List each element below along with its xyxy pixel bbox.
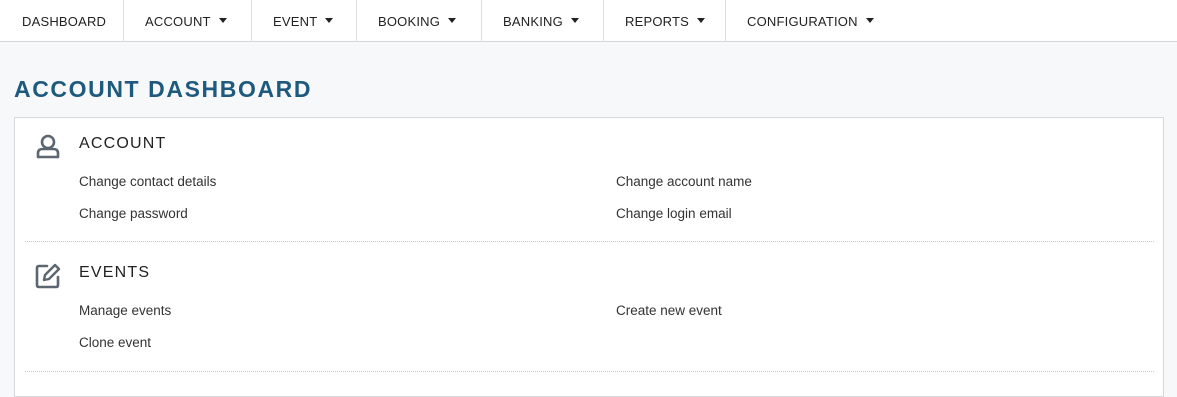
change-login-email-link[interactable]: Change login email — [616, 206, 732, 221]
nav-reports[interactable]: REPORTS — [604, 0, 726, 42]
manage-events-link[interactable]: Manage events — [79, 303, 171, 318]
nav-booking[interactable]: BOOKING — [357, 0, 482, 42]
nav-banking[interactable]: BANKING — [482, 0, 604, 42]
caret-down-icon — [325, 17, 334, 23]
nav-dashboard-label: DASHBOARD — [22, 13, 107, 29]
section-divider — [25, 371, 1154, 372]
caret-down-icon — [865, 17, 874, 23]
nav-reports-label: REPORTS — [625, 13, 690, 29]
change-password-link[interactable]: Change password — [79, 206, 188, 221]
nav-account-label: ACCOUNT — [145, 13, 211, 29]
user-icon — [34, 132, 62, 160]
nav-banking-label: BANKING — [503, 13, 563, 29]
nav-event[interactable]: EVENT — [252, 0, 357, 42]
change-account-name-link[interactable]: Change account name — [616, 174, 752, 189]
caret-down-icon — [218, 17, 227, 23]
events-section-title: EVENTS — [79, 264, 151, 281]
account-section: ACCOUNT Change contact details Change ac… — [15, 118, 1165, 242]
dashboard-panel: ACCOUNT Change contact details Change ac… — [14, 117, 1164, 397]
caret-down-icon — [448, 17, 457, 23]
account-section-title: ACCOUNT — [79, 135, 167, 152]
caret-down-icon — [697, 17, 706, 23]
change-contact-details-link[interactable]: Change contact details — [79, 174, 216, 189]
nav-dashboard[interactable]: DASHBOARD — [0, 0, 124, 42]
edit-icon — [34, 262, 62, 290]
events-section: EVENTS Manage events Create new event Cl… — [15, 242, 1165, 372]
nav-event-label: EVENT — [273, 13, 318, 29]
nav-configuration-label: CONFIGURATION — [747, 13, 858, 29]
create-new-event-link[interactable]: Create new event — [616, 303, 722, 318]
top-navigation: DASHBOARD ACCOUNT EVENT BOOKING BANKING … — [0, 0, 1177, 42]
nav-booking-label: BOOKING — [378, 13, 441, 29]
page-title: ACCOUNT DASHBOARD — [14, 76, 313, 102]
nav-configuration[interactable]: CONFIGURATION — [726, 0, 906, 42]
caret-down-icon — [570, 17, 579, 23]
clone-event-link[interactable]: Clone event — [79, 335, 151, 350]
nav-account[interactable]: ACCOUNT — [124, 0, 252, 42]
